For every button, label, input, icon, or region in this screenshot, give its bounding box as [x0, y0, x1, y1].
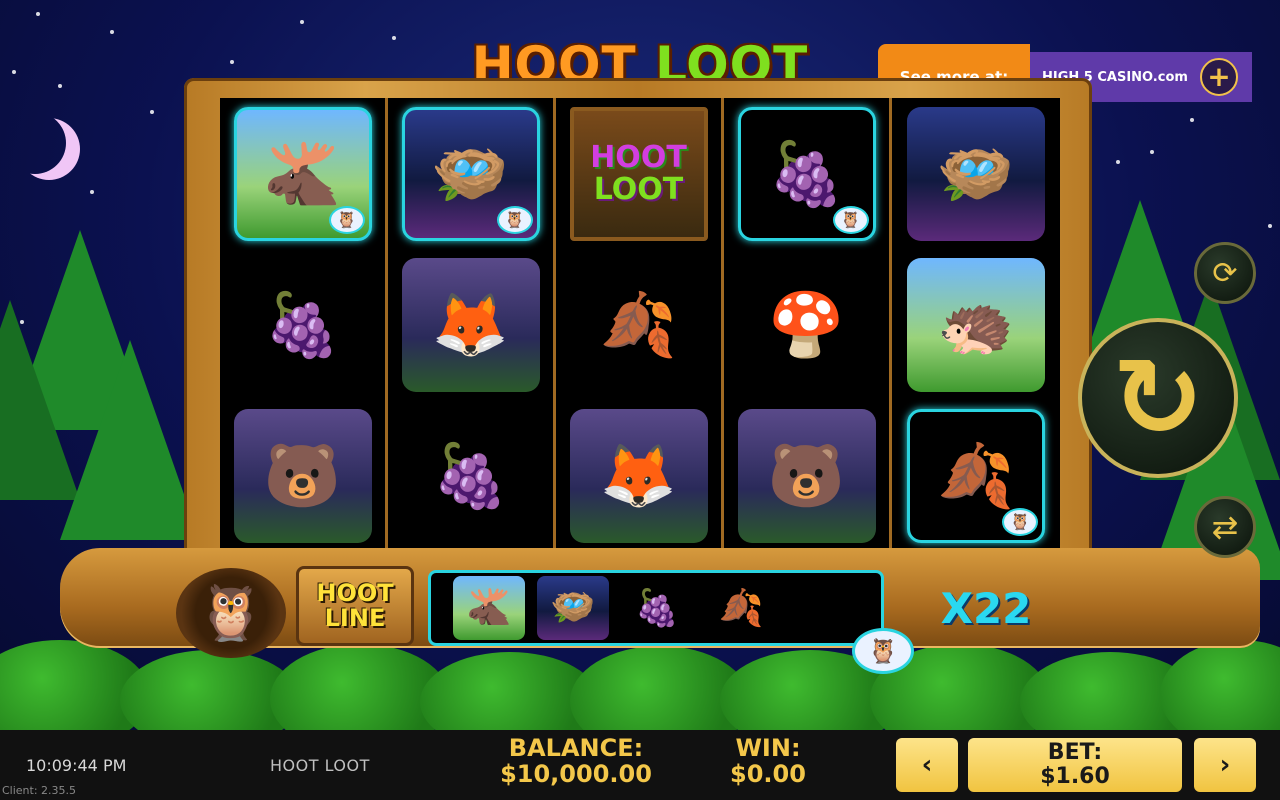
- bear-honey-symbol: 🐻: [737, 409, 876, 544]
- star-icon: [58, 84, 62, 88]
- star-icon: [110, 30, 114, 34]
- reel-grid: 🫎 🦉 🍇 🐻 🪺 🦉 🦊 🍇 HOOT LOOT 🍂 🦊 🍇 🦉 🍄 🐻 🪺 🦔 🍂 🦉: [220, 98, 1060, 552]
- raspberry-symbol: 🍇: [431, 439, 510, 513]
- multiplier: X22: [940, 584, 1032, 633]
- reel-cell: 🍂 🦉: [892, 401, 1060, 552]
- reel: 🫎 🦉 🍇 🐻: [220, 98, 388, 552]
- pine-tree: [60, 340, 200, 540]
- bet-display[interactable]: BET: $1.60: [968, 738, 1182, 792]
- owl-badge-icon: 🦉: [1002, 508, 1038, 537]
- moose-symbol: 🫎 🦉: [233, 106, 372, 241]
- hoot-line-panel: 🫎 🪺 🍇 🍂: [428, 570, 884, 646]
- reel-cell: 🍇 🦉: [724, 98, 889, 249]
- reel: 🪺 🦉 🦊 🍇: [388, 98, 556, 552]
- reel-cell: 🍇: [388, 401, 553, 552]
- autoplay-icon[interactable]: ⇄: [1194, 496, 1256, 558]
- reel: HOOT LOOT 🍂 🦊: [556, 98, 724, 552]
- reel-cell: 🐻: [220, 401, 385, 552]
- nest-eggs-symbol: 🪺: [907, 106, 1045, 241]
- balance-display: BALANCE: $10,000.00: [500, 734, 652, 788]
- star-icon: [90, 190, 94, 194]
- star-icon: [300, 20, 304, 24]
- plus-icon[interactable]: +: [1200, 58, 1238, 96]
- clock: 10:09:44 PM: [26, 756, 127, 775]
- win-display: WIN: $0.00: [722, 734, 814, 788]
- star-icon: [392, 36, 396, 40]
- star-icon: [1268, 224, 1272, 228]
- star-icon: [1190, 118, 1194, 122]
- logo-symbol-text: HOOT LOOT: [590, 140, 687, 207]
- bear-honey-symbol: 🐻: [233, 409, 372, 544]
- fox-symbol: 🦊: [401, 257, 540, 392]
- owl-badge-icon: 🦉: [496, 205, 533, 234]
- owl-badge-icon: 🦉: [832, 205, 869, 234]
- client-version: Client: 2.35.5: [2, 784, 77, 797]
- spin-button[interactable]: ↻: [1078, 318, 1238, 478]
- turbo-speed-icon[interactable]: ⟳: [1194, 242, 1256, 304]
- hoot-line-nest-eggs-symbol: 🪺: [537, 576, 609, 640]
- star-icon: [1116, 160, 1120, 164]
- reel-cell: 🫎 🦉: [220, 98, 385, 249]
- bet-decrease-button[interactable]: ‹: [896, 738, 958, 792]
- star-icon: [36, 12, 40, 16]
- star-icon: [230, 60, 234, 64]
- foreground-bushes: [0, 640, 1280, 730]
- mushroom-symbol: 🍄: [767, 287, 846, 361]
- star-icon: [150, 110, 154, 114]
- bet-label: BET:: [1047, 740, 1103, 766]
- star-icon: [12, 70, 16, 74]
- leaf-symbol: 🍂: [599, 287, 678, 361]
- raspberry-symbol: 🍇: [263, 287, 342, 361]
- hoot-line-raspberry-symbol: 🍇: [634, 588, 680, 629]
- fox-symbol: 🦊: [569, 409, 708, 544]
- win-label: WIN:: [735, 734, 801, 762]
- leaf-symbol: 🍂 🦉: [907, 409, 1045, 544]
- hoot-line-badge: HOOT LINE: [296, 566, 414, 646]
- reel-cell: 🦊: [556, 401, 721, 552]
- owl-badge-icon: 🦉: [328, 205, 365, 234]
- raspberry-symbol: 🍇 🦉: [737, 106, 876, 241]
- reel-cell: HOOT LOOT: [556, 98, 721, 249]
- reel-cell: 🐻: [724, 401, 889, 552]
- win-value: $0.00: [730, 759, 806, 788]
- balance-value: $10,000.00: [500, 759, 652, 788]
- owl-face-icon: 🦉: [852, 628, 914, 674]
- owl-mascot-icon: 🦉: [176, 568, 286, 658]
- balance-label: BALANCE:: [508, 734, 644, 762]
- reel-cell: 🍂: [556, 249, 721, 400]
- bottom-bar: 10:09:44 PM Client: 2.35.5 HOOT LOOT BAL…: [0, 730, 1280, 800]
- spin-icon: ↻: [1111, 334, 1205, 462]
- reel-cell: 🍄: [724, 249, 889, 400]
- moon-icon: [4, 112, 66, 174]
- reel: 🍇 🦉 🍄 🐻: [724, 98, 892, 552]
- nest-eggs-symbol: 🪺 🦉: [401, 106, 540, 241]
- hoot-loot-logo-symbol: HOOT LOOT: [569, 106, 708, 241]
- reel-cell: 🪺: [892, 98, 1060, 249]
- reel: 🪺 🦔 🍂 🦉: [892, 98, 1060, 552]
- reel-cell: 🦔: [892, 249, 1060, 400]
- reel-cell: 🦊: [388, 249, 553, 400]
- bet-increase-button[interactable]: ›: [1194, 738, 1256, 792]
- bet-value: $1.60: [1040, 764, 1110, 789]
- reel-cell: 🪺 🦉: [388, 98, 553, 249]
- star-icon: [1150, 150, 1154, 154]
- hoot-line-moose-symbol: 🫎: [453, 576, 525, 640]
- porcupine-symbol: 🦔: [907, 257, 1045, 392]
- reel-cell: 🍇: [220, 249, 385, 400]
- hoot-line-leaf-symbol: 🍂: [718, 588, 764, 629]
- game-name: HOOT LOOT: [270, 756, 370, 775]
